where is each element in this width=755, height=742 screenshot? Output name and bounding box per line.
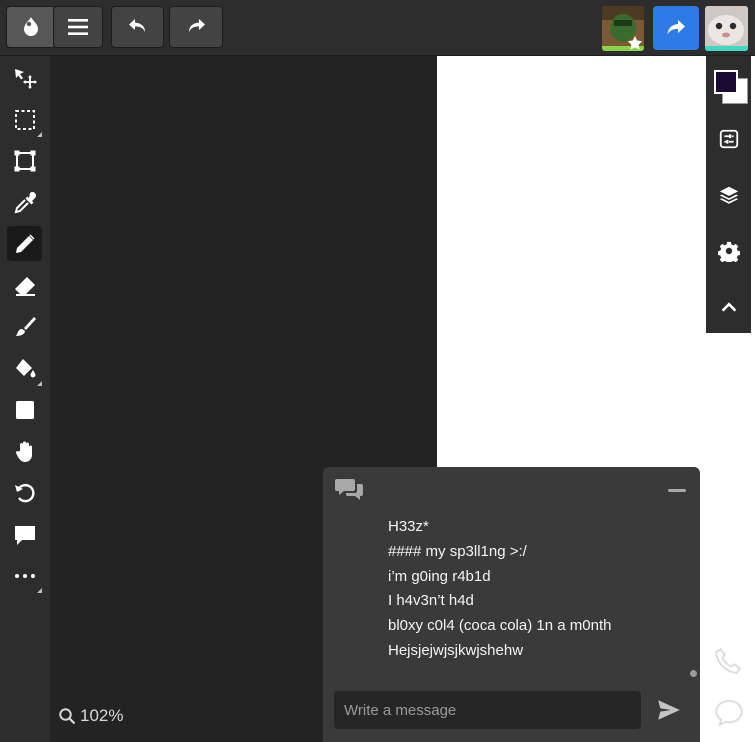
user-avatar-2[interactable] — [705, 6, 748, 51]
comment-tool[interactable] — [7, 517, 42, 552]
settings-button[interactable] — [706, 226, 751, 276]
magnifier-icon — [59, 708, 76, 725]
chat-message: Hejsjejwjsjkwjshehw — [388, 641, 524, 659]
chat-message: bl0xy c0l4 (coca cola) 1n a m0nth — [388, 617, 612, 635]
brush-icon — [15, 316, 36, 336]
color-picker-button[interactable] — [706, 56, 751, 114]
square-shape-icon — [15, 400, 34, 419]
chat-messages: H33z* #### my sp3ll1ng >:/ i’m g0ing r4b… — [388, 515, 611, 664]
submenu-indicator — [37, 588, 42, 593]
rotate-icon — [14, 483, 34, 502]
unread-indicator — [690, 670, 697, 677]
tool-bar — [0, 56, 50, 742]
move-tool[interactable] — [7, 61, 42, 96]
comment-icon — [14, 525, 35, 545]
chat-message: #### my sp3ll1ng >:/ — [388, 542, 527, 560]
redo-icon — [189, 19, 205, 32]
drawing-app-logo-icon — [24, 17, 38, 36]
eraser-icon — [14, 276, 35, 296]
redo-button[interactable] — [169, 6, 223, 48]
adjustments-button[interactable] — [706, 114, 751, 164]
user-avatar-1[interactable] — [602, 6, 644, 51]
send-icon[interactable] — [656, 697, 682, 723]
more-dots-icon — [14, 573, 35, 578]
chat-message: I h4v3n’t h4d — [388, 592, 474, 610]
pencil-tool[interactable] — [7, 226, 42, 261]
rotate-tool[interactable] — [7, 475, 42, 510]
layers-icon — [719, 186, 738, 204]
top-bar — [0, 0, 755, 56]
submenu-indicator — [37, 381, 42, 386]
layers-button[interactable] — [706, 170, 751, 220]
brush-tool[interactable] — [7, 309, 42, 344]
move-icon — [14, 68, 37, 89]
eyedropper-tool[interactable] — [7, 185, 42, 220]
fill-tool[interactable] — [7, 351, 42, 386]
eraser-tool[interactable] — [7, 268, 42, 303]
foreground-color-swatch[interactable] — [714, 70, 738, 94]
adjustments-icon — [719, 129, 738, 149]
right-panel — [706, 56, 751, 333]
collapse-panel-button[interactable] — [706, 282, 751, 332]
menu-button[interactable] — [53, 6, 103, 48]
eyedropper-icon — [14, 191, 36, 213]
chevron-up-icon — [721, 302, 736, 312]
chat-message: i’m g0ing r4b1d — [388, 567, 491, 585]
chat-message: H33z* — [388, 518, 429, 535]
rect-select-icon — [14, 109, 35, 130]
undo-button[interactable] — [111, 6, 164, 48]
app-logo-button[interactable] — [6, 6, 56, 48]
hand-tool[interactable] — [7, 434, 42, 469]
shape-tool[interactable] — [7, 392, 42, 427]
chat-bubbles-icon — [335, 479, 363, 500]
zoom-level: 102% — [80, 706, 124, 725]
submenu-indicator — [37, 132, 42, 137]
share-icon — [667, 20, 685, 35]
settings-gear-icon — [717, 241, 740, 262]
select-tool[interactable] — [7, 102, 42, 137]
transform-tool[interactable] — [7, 143, 42, 178]
hand-icon — [15, 441, 32, 462]
avatar-image — [602, 6, 644, 51]
chat-message-input[interactable] — [334, 691, 641, 729]
hamburger-menu-icon — [68, 19, 88, 35]
paint-bucket-icon — [15, 358, 35, 377]
speech-bubble-icon[interactable] — [713, 697, 745, 729]
share-button[interactable] — [653, 6, 699, 50]
chat-panel: H33z* #### my sp3ll1ng >:/ i’m g0ing r4b… — [323, 467, 700, 742]
transform-icon — [14, 150, 35, 171]
avatar-image — [705, 6, 748, 51]
pencil-icon — [15, 234, 34, 253]
minimize-chat-button[interactable] — [668, 489, 686, 492]
phone-icon[interactable] — [713, 646, 743, 676]
zoom-indicator[interactable]: 102% — [58, 706, 123, 726]
undo-icon — [128, 19, 145, 32]
more-tool[interactable] — [7, 558, 42, 593]
